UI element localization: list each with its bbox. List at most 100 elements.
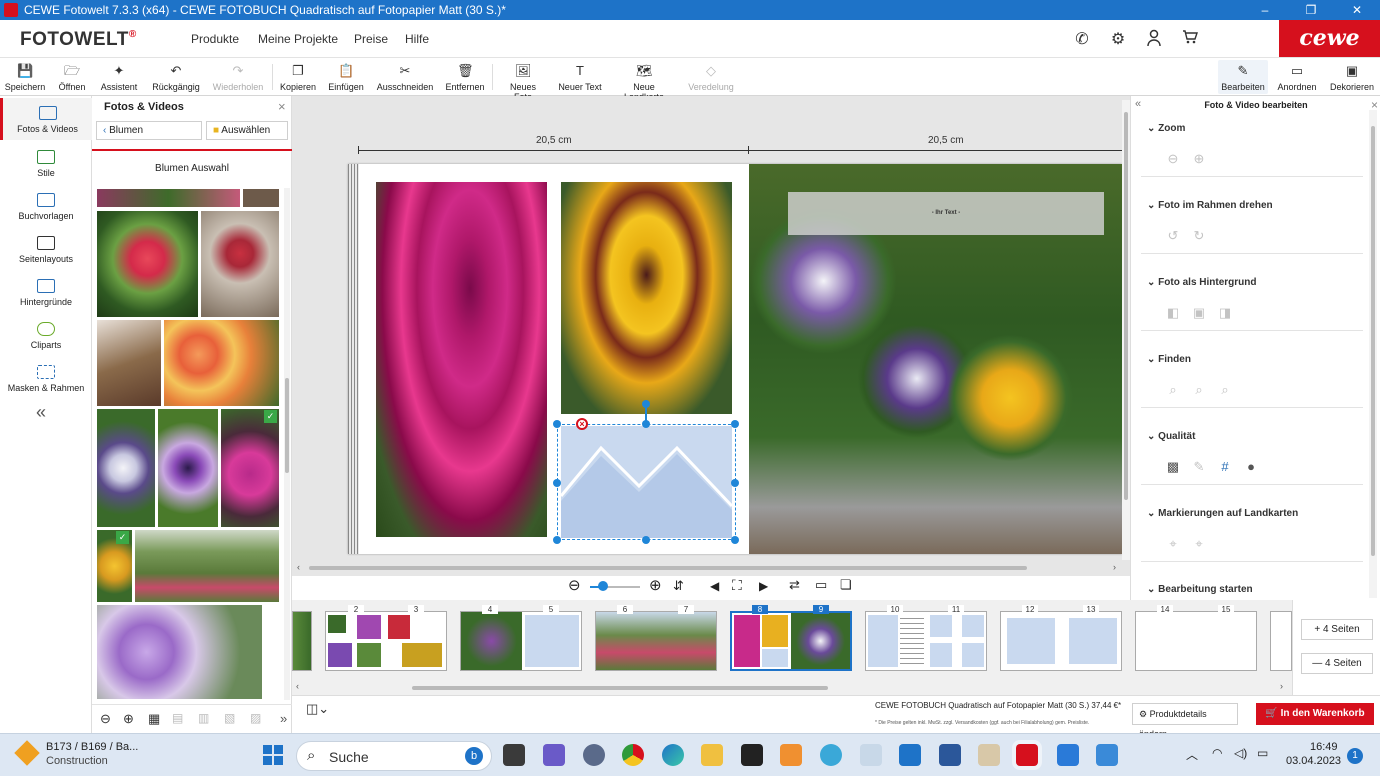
grid-icon[interactable]: # bbox=[1217, 460, 1233, 474]
page-thumb-6-7[interactable] bbox=[595, 611, 717, 671]
assistent-button[interactable]: ✦ Assistent bbox=[97, 60, 141, 94]
selection-box[interactable] bbox=[557, 424, 736, 540]
user-icon[interactable] bbox=[1144, 29, 1164, 49]
rotate-left-icon[interactable]: ↺ bbox=[1165, 229, 1181, 243]
rail-seitenlayouts[interactable]: Seitenlayouts bbox=[0, 228, 92, 270]
page-thumb-14-15[interactable] bbox=[1135, 611, 1257, 671]
media-player-icon[interactable] bbox=[741, 744, 763, 766]
resize-handle[interactable] bbox=[731, 479, 739, 487]
thumbnail[interactable] bbox=[96, 604, 263, 700]
nav-preise[interactable]: Preise bbox=[354, 32, 388, 46]
collapse-rail-icon[interactable]: « bbox=[36, 402, 46, 423]
warenkorb-button[interactable]: 🛒 In den Warenkorb bbox=[1256, 703, 1374, 725]
section-bearbeitung-starten[interactable]: ⌄ Bearbeitung starten bbox=[1147, 584, 1253, 595]
neue-landkarte-button[interactable]: 🗺Neue Landkarte bbox=[612, 60, 676, 102]
einfuegen-button[interactable]: 📋 Einfügen bbox=[326, 60, 366, 94]
page-thumb-2-3[interactable] bbox=[325, 611, 447, 671]
thumbnail[interactable] bbox=[96, 319, 162, 407]
resize-handle[interactable] bbox=[553, 420, 561, 428]
wiederholen-button[interactable]: ↷ Wiederholen bbox=[210, 60, 266, 94]
video-editor-icon[interactable] bbox=[780, 744, 802, 766]
zoom-out-icon[interactable]: ⊖ bbox=[100, 711, 111, 727]
outlook-icon[interactable] bbox=[899, 744, 921, 766]
clock-time[interactable]: 16:49 bbox=[1310, 741, 1338, 753]
nav-produkte[interactable]: Produkte bbox=[191, 32, 239, 46]
chevron-up-icon[interactable]: ︿ bbox=[1186, 746, 1198, 763]
filter-icon[interactable]: ▧ bbox=[224, 711, 235, 725]
delete-frame-icon[interactable]: × bbox=[576, 418, 588, 430]
battery-icon[interactable]: ▭ bbox=[1257, 746, 1268, 760]
next-page-icon[interactable]: ▶ bbox=[759, 579, 768, 593]
zoom-in-icon[interactable]: ⊕ bbox=[123, 711, 134, 727]
find-photo-icon[interactable]: ⌕ bbox=[1165, 383, 1181, 397]
remove-pages-button[interactable]: — 4 Seiten bbox=[1301, 653, 1373, 674]
rotate-handle[interactable] bbox=[642, 400, 650, 408]
page-thumb-partial[interactable] bbox=[292, 611, 312, 671]
canvas-vscroll[interactable] bbox=[1122, 100, 1130, 560]
entfernen-button[interactable]: 🗑 Entfernen bbox=[444, 60, 486, 94]
cewe-logo[interactable]: cewe bbox=[1279, 20, 1380, 57]
minimize-button[interactable]: – bbox=[1242, 3, 1288, 17]
library-scrollbar[interactable] bbox=[284, 188, 290, 700]
thumbnail[interactable] bbox=[220, 408, 280, 528]
speichern-button[interactable]: 💾 Speichern bbox=[4, 60, 46, 94]
neues-foto-button[interactable]: 🖼Neues Foto bbox=[500, 60, 546, 102]
prev-page-icon[interactable]: ◀ bbox=[710, 579, 719, 593]
quality-indicator-icon[interactable]: ● bbox=[1243, 460, 1259, 474]
add-pages-button[interactable]: + 4 Seiten bbox=[1301, 619, 1373, 640]
archive-icon[interactable] bbox=[978, 744, 1000, 766]
cart-icon[interactable] bbox=[1180, 29, 1200, 49]
layers-icon[interactable]: ❏ bbox=[840, 577, 852, 593]
ruler-toggle-icon[interactable]: ▭ bbox=[815, 577, 827, 593]
kopieren-button[interactable]: ❐ Kopieren bbox=[278, 60, 318, 94]
chrome-icon[interactable] bbox=[622, 744, 644, 766]
rueckgaengig-button[interactable]: ↶ Rückgängig bbox=[150, 60, 202, 94]
close-panel-icon[interactable]: × bbox=[278, 99, 286, 114]
rotate-right-icon[interactable]: ↻ bbox=[1191, 229, 1207, 243]
page-view-icon[interactable]: ◫⌄ bbox=[306, 701, 329, 717]
zoom-in-disabled-icon[interactable]: ⊕ bbox=[1191, 152, 1207, 166]
network-app-icon[interactable] bbox=[820, 744, 842, 766]
zoom-out-disabled-icon[interactable]: ⊖ bbox=[1165, 152, 1181, 166]
auswaehlen-button[interactable]: ■ Auswählen bbox=[206, 121, 288, 140]
thumbnail[interactable] bbox=[200, 210, 280, 318]
close-button[interactable]: ✕ bbox=[1334, 3, 1380, 17]
thumbnail[interactable] bbox=[157, 408, 219, 528]
brush-icon[interactable]: ✎ bbox=[1191, 460, 1207, 474]
photo-frame-pansy-yellow[interactable] bbox=[561, 182, 732, 414]
section-zoom[interactable]: ⌄ Zoom bbox=[1147, 123, 1185, 134]
resize-handle[interactable] bbox=[642, 536, 650, 544]
settings-app-icon[interactable] bbox=[583, 744, 605, 766]
nav-meine-projekte[interactable]: Meine Projekte bbox=[258, 32, 338, 46]
strip-scrollbar[interactable]: ‹ › bbox=[292, 681, 1292, 692]
produktdetails-button[interactable]: ⚙ Produktdetails ändern bbox=[1132, 703, 1238, 739]
maximize-button[interactable]: ❐ bbox=[1288, 3, 1334, 17]
resize-handle[interactable] bbox=[553, 536, 561, 544]
thumbnail[interactable] bbox=[242, 188, 280, 208]
section-finden[interactable]: ⌄ Finden bbox=[1147, 354, 1191, 365]
bg-left-icon[interactable]: ◧ bbox=[1165, 306, 1181, 320]
text-frame[interactable]: - Ihr Text - bbox=[788, 192, 1104, 235]
canvas-zoom-out-icon[interactable]: ⊖ bbox=[568, 576, 581, 594]
find-library-icon[interactable]: ⌕ bbox=[1217, 383, 1233, 397]
thumbnail[interactable] bbox=[96, 188, 241, 208]
teams-icon[interactable] bbox=[543, 744, 565, 766]
view-icon[interactable]: ▥ bbox=[198, 711, 209, 725]
zoom-slider-thumb[interactable] bbox=[598, 581, 608, 591]
notification-badge[interactable]: 1 bbox=[1347, 748, 1363, 764]
section-qualitaet[interactable]: ⌄ Qualität bbox=[1147, 431, 1195, 442]
widget-subtitle[interactable]: Construction bbox=[46, 755, 108, 767]
page-thumb-partial[interactable] bbox=[1270, 611, 1292, 671]
find-page-icon[interactable]: ⌕ bbox=[1191, 383, 1207, 397]
more-icon[interactable]: » bbox=[280, 711, 287, 726]
canvas-hscroll[interactable]: ‹ › bbox=[297, 562, 1123, 574]
bearbeiten-tab[interactable]: ✎ Bearbeiten bbox=[1218, 60, 1268, 94]
rail-fotos-videos[interactable]: Fotos & Videos bbox=[0, 98, 92, 140]
section-rotate[interactable]: ⌄ Foto im Rahmen drehen bbox=[1147, 200, 1273, 211]
map-pins-icon[interactable]: ⌖ bbox=[1191, 537, 1207, 551]
neuer-text-button[interactable]: T Neuer Text bbox=[558, 60, 602, 94]
cewe-app-icon[interactable] bbox=[1016, 744, 1038, 766]
rail-buchvorlagen[interactable]: Buchvorlagen bbox=[0, 185, 92, 227]
quality-image-icon[interactable]: ▩ bbox=[1165, 460, 1181, 474]
nav-hilfe[interactable]: Hilfe bbox=[405, 32, 429, 46]
